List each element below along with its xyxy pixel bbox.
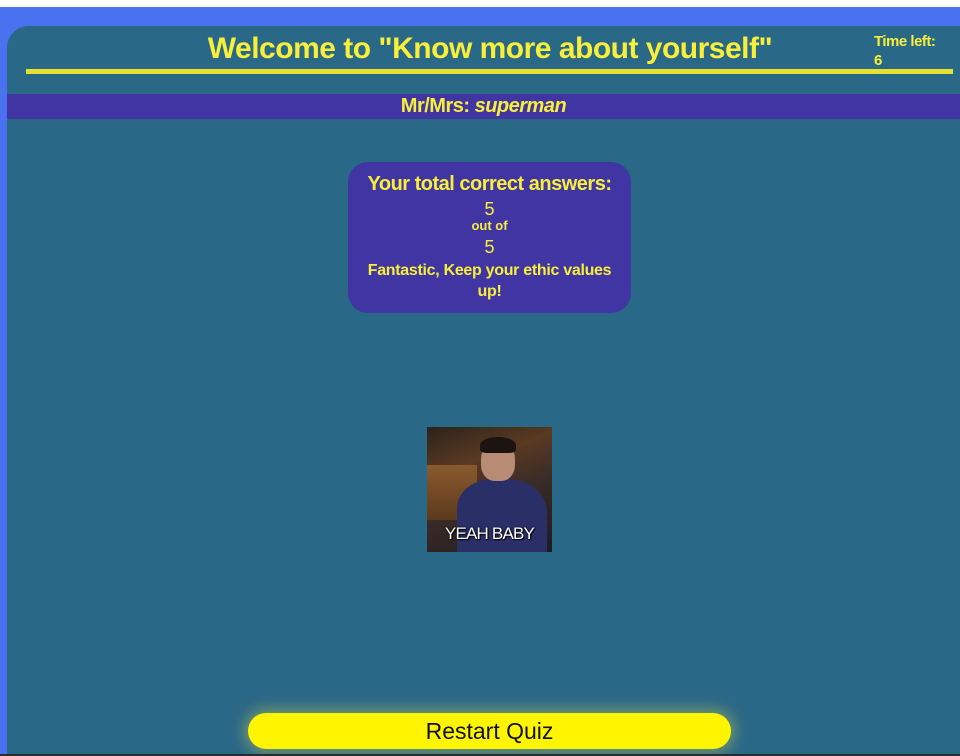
score-message: Fantastic, Keep your ethic values up! xyxy=(367,262,612,300)
page-title: Welcome to "Know more about yourself" xyxy=(207,32,773,65)
timer: Time left: 6 xyxy=(874,32,936,70)
timer-label: Time left: xyxy=(874,33,936,50)
score-out-of-label: out of xyxy=(471,218,508,233)
user-label: Mr/Mrs: xyxy=(400,95,470,117)
score-total: 5 xyxy=(484,237,495,257)
quiz-panel: Welcome to "Know more about yourself" Ti… xyxy=(7,26,960,756)
restart-quiz-button[interactable]: Restart Quiz xyxy=(248,713,731,749)
header: Welcome to "Know more about yourself" Ti… xyxy=(7,26,960,94)
result-gif-image: YEAH BABY xyxy=(427,427,552,552)
user-bar: Mr/Mrs: superman xyxy=(7,94,960,119)
title-underline xyxy=(26,69,953,74)
score-card: Your total correct answers: 5 out of 5 F… xyxy=(348,162,631,313)
user-name: superman xyxy=(474,95,567,117)
top-strip xyxy=(0,0,960,7)
score-correct: 5 xyxy=(484,199,495,219)
gif-caption: YEAH BABY xyxy=(444,524,535,543)
gif-person-hair xyxy=(480,437,516,453)
score-heading: Your total correct answers: xyxy=(367,173,612,195)
timer-value: 6 xyxy=(874,52,882,69)
